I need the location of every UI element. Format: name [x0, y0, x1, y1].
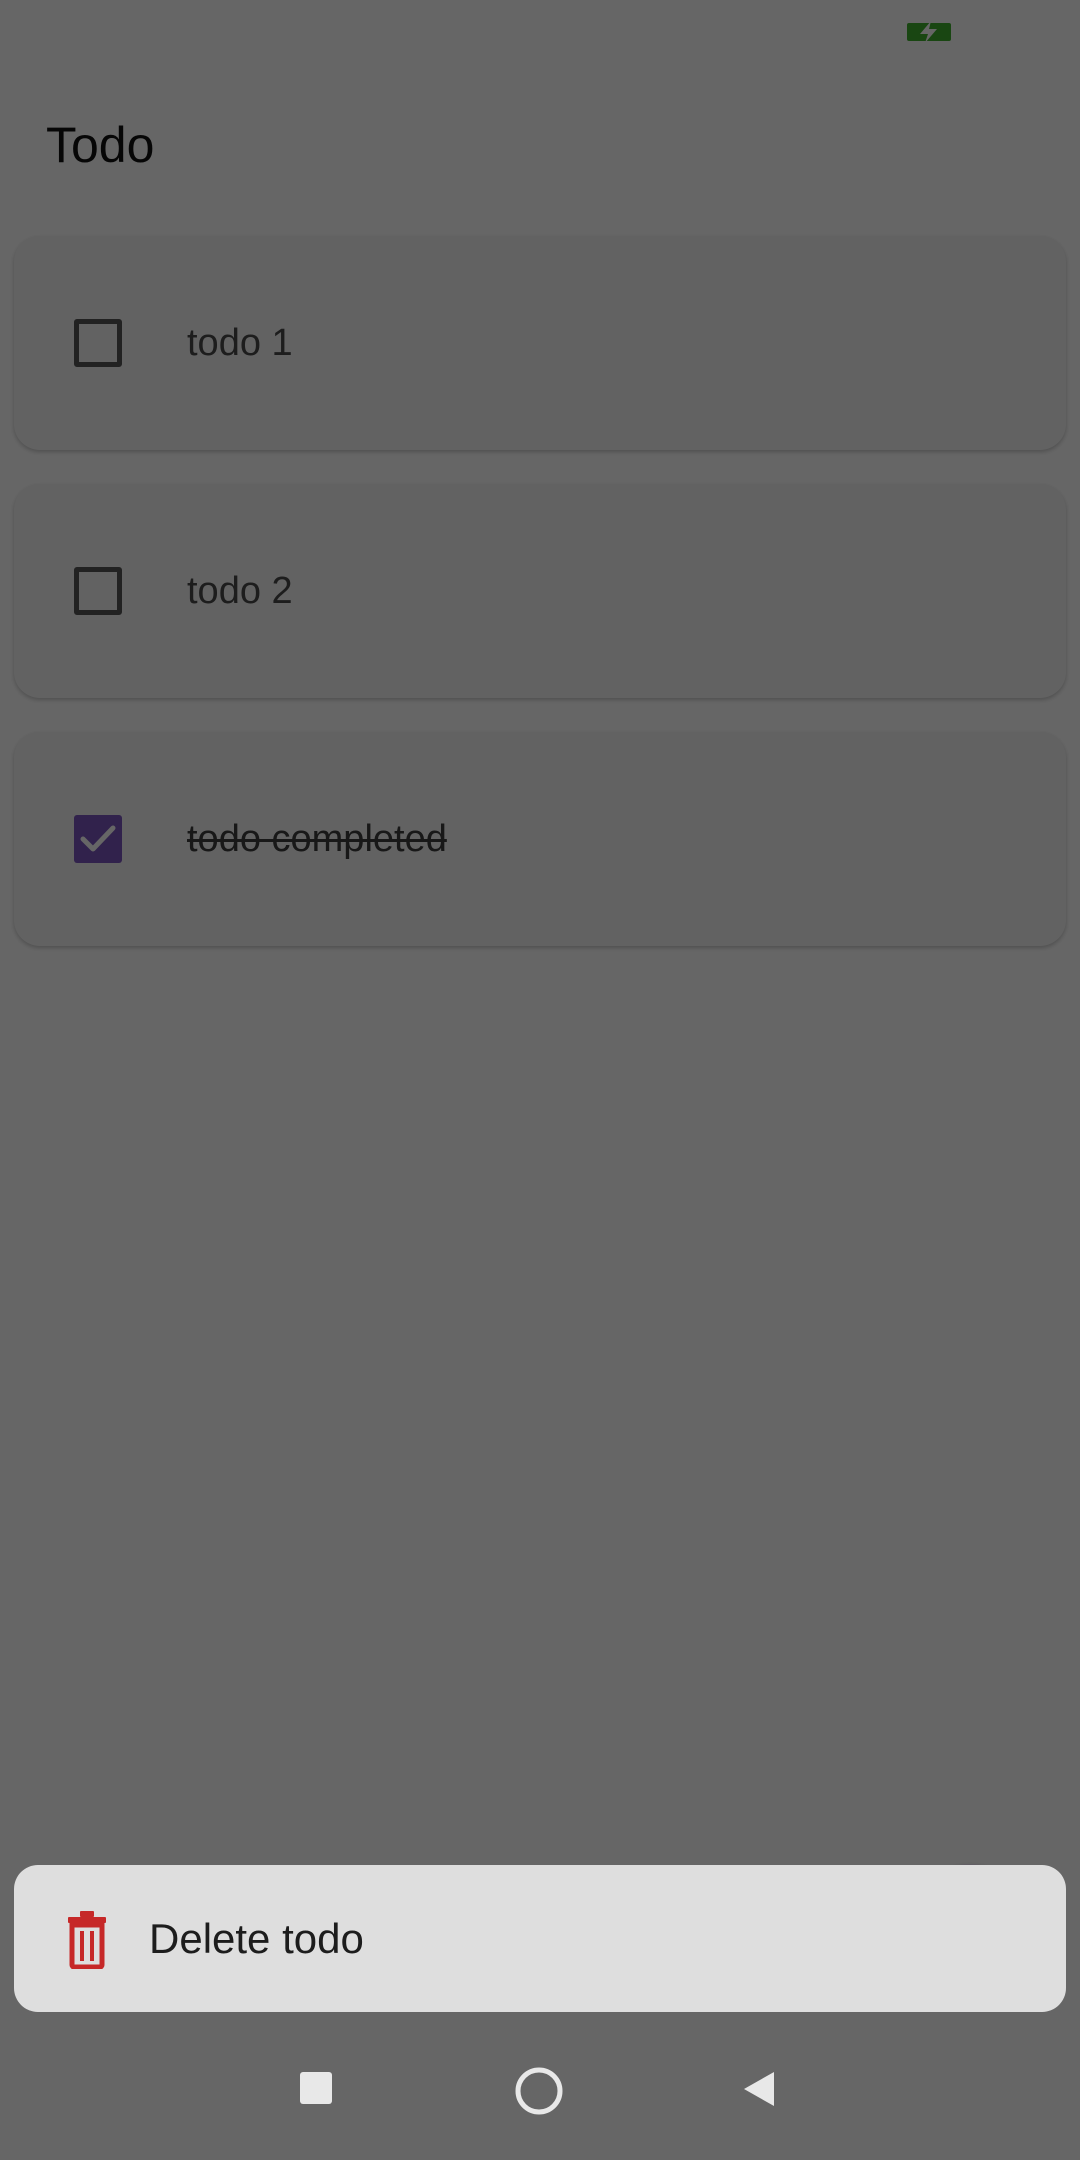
battery-charging-icon — [901, 17, 962, 47]
signal-icon-2 — [786, 18, 831, 47]
navigation-bar — [0, 2044, 1080, 2160]
status-time: 22:08 — [34, 12, 124, 50]
delete-todo-menu-item[interactable]: Delete todo — [14, 1865, 1066, 2012]
todo-checkbox[interactable] — [74, 567, 122, 615]
todo-checkbox-checked[interactable] — [74, 815, 122, 863]
circle-home-icon[interactable] — [514, 2066, 564, 2116]
square-recents-icon[interactable] — [298, 2070, 334, 2106]
todo-label: todo 1 — [187, 322, 293, 364]
signal-icon — [726, 18, 771, 47]
status-icons: 87 % — [725, 14, 1054, 50]
check-icon — [80, 825, 116, 852]
page-title: Todo — [46, 117, 155, 173]
bottom-sheet-menu: Delete todo — [14, 1865, 1066, 2012]
triangle-back-icon[interactable] — [742, 2070, 776, 2108]
todo-item[interactable]: todo 2 — [14, 484, 1066, 698]
todo-label: todo completed — [187, 818, 447, 860]
todo-item[interactable]: todo 1 — [14, 236, 1066, 450]
todo-item[interactable]: todo completed — [14, 732, 1066, 946]
battery-percent: 87 % — [981, 13, 1054, 50]
todo-label: todo 2 — [187, 570, 293, 612]
todo-checkbox[interactable] — [74, 319, 122, 367]
wifi-icon — [847, 18, 886, 46]
status-bar: 22:08 87 % — [0, 0, 1080, 66]
app-root: 22:08 87 % Todo todo 1 todo 2 todo compl… — [0, 0, 1080, 2160]
trash-icon — [68, 1911, 106, 1969]
p-icon — [150, 16, 169, 42]
todo-list: todo 1 todo 2 todo completed — [14, 236, 1066, 980]
delete-todo-label: Delete todo — [149, 1915, 364, 1962]
